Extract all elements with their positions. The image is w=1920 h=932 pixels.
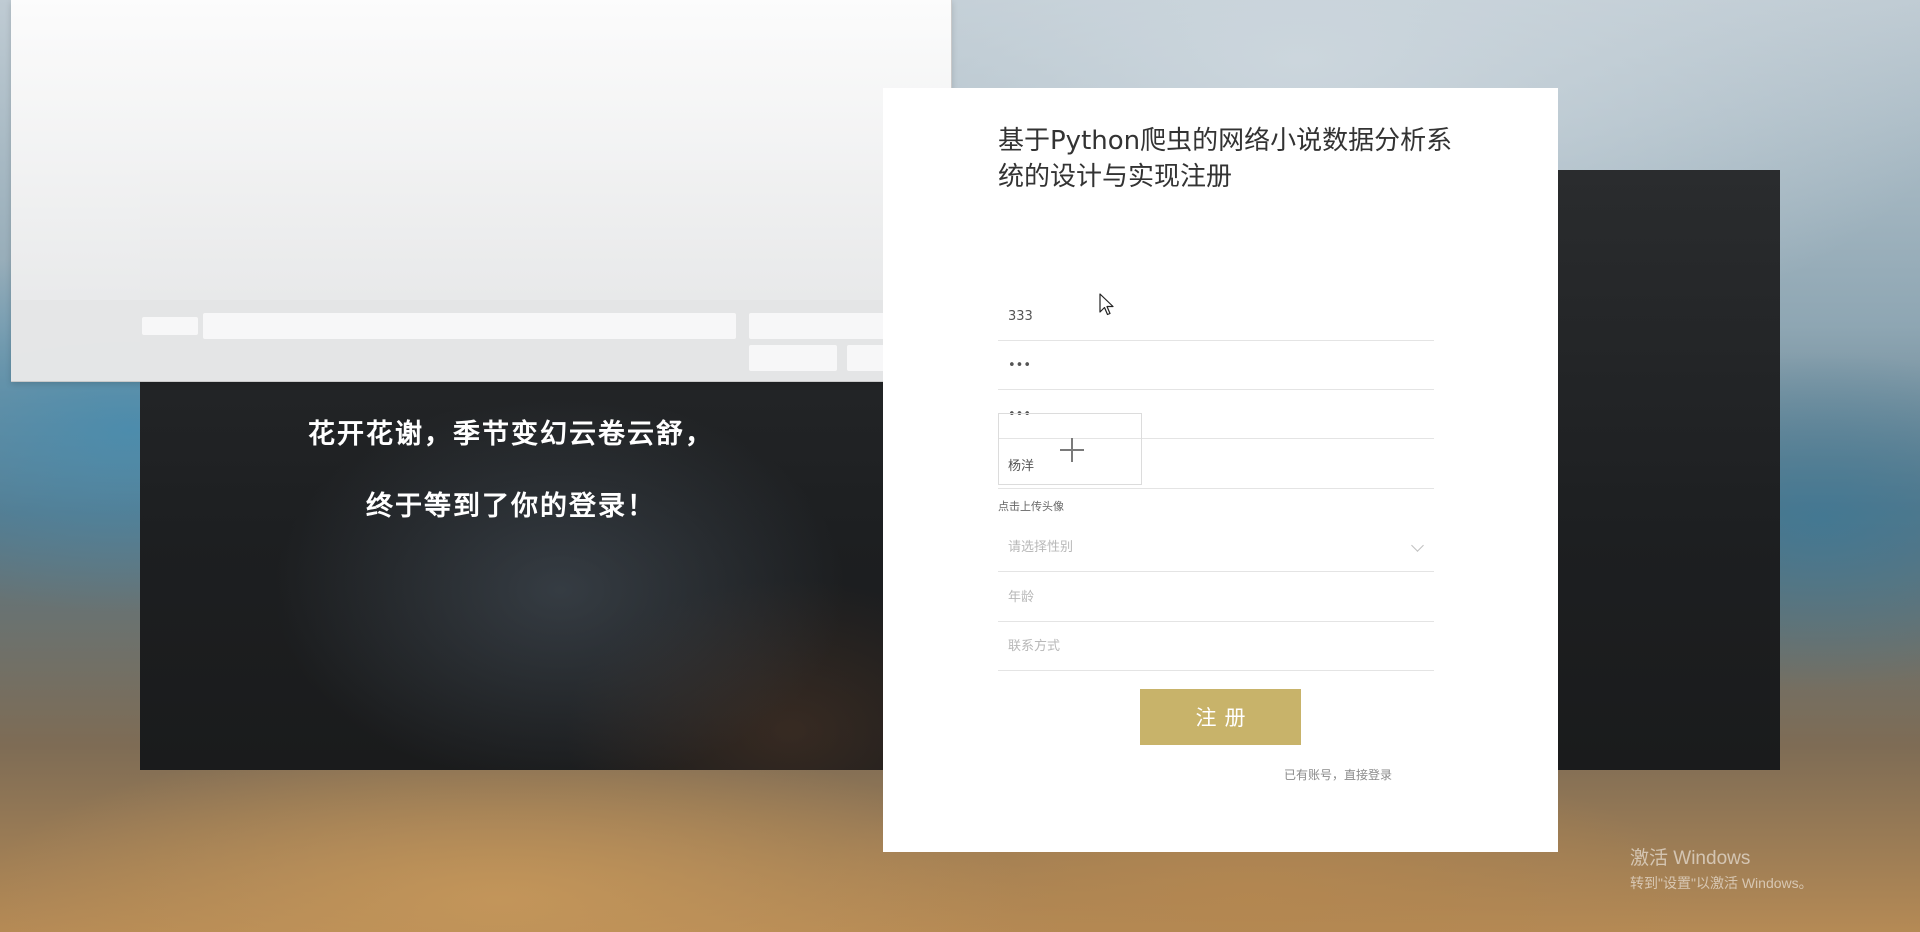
- mouse-pointer-icon: [1099, 293, 1114, 316]
- gender-select[interactable]: [998, 524, 1434, 572]
- plus-icon-vertical: [1071, 438, 1073, 462]
- contact-input[interactable]: [998, 623, 1434, 670]
- hero-slogan: 花开花谢，季节变幻云卷云舒， 终于等到了你的登录！: [140, 405, 882, 549]
- contact-field[interactable]: [998, 623, 1434, 671]
- overlay-window: [11, 0, 952, 382]
- overlay-toolbar-item: [142, 317, 198, 335]
- avatar-upload-label: 点击上传头像: [998, 500, 1064, 513]
- age-input[interactable]: [998, 574, 1434, 621]
- account-input[interactable]: [998, 293, 1434, 340]
- overlay-toolbar-field: [203, 313, 736, 339]
- gender-select-input[interactable]: [998, 524, 1434, 571]
- watermark-line-2: 转到"设置"以激活 Windows。: [1630, 875, 1813, 891]
- overlay-toolbar-item: [749, 345, 837, 371]
- overlay-window-toolbar: [11, 300, 951, 381]
- password-field[interactable]: [998, 342, 1434, 390]
- register-button[interactable]: 注册: [1140, 689, 1301, 745]
- slogan-line-2: 终于等到了你的登录！: [366, 491, 656, 522]
- overlay-window-content: [11, 0, 951, 300]
- account-field[interactable]: [998, 293, 1434, 341]
- slogan-line-1: 花开花谢，季节变幻云卷云舒，: [308, 419, 714, 450]
- windows-activation-watermark: 激活 Windows 转到"设置"以激活 Windows。: [1630, 843, 1813, 893]
- watermark-line-1: 激活 Windows: [1630, 848, 1751, 869]
- avatar-upload[interactable]: [998, 413, 1142, 485]
- register-card: 基于Python爬虫的网络小说数据分析系统的设计与实现注册 点击上传头像 注册 …: [883, 88, 1558, 852]
- password-input[interactable]: [998, 342, 1434, 389]
- login-link[interactable]: 已有账号，直接登录: [1284, 766, 1392, 783]
- age-field[interactable]: [998, 574, 1434, 622]
- register-title: 基于Python爬虫的网络小说数据分析系统的设计与实现注册: [998, 126, 1453, 192]
